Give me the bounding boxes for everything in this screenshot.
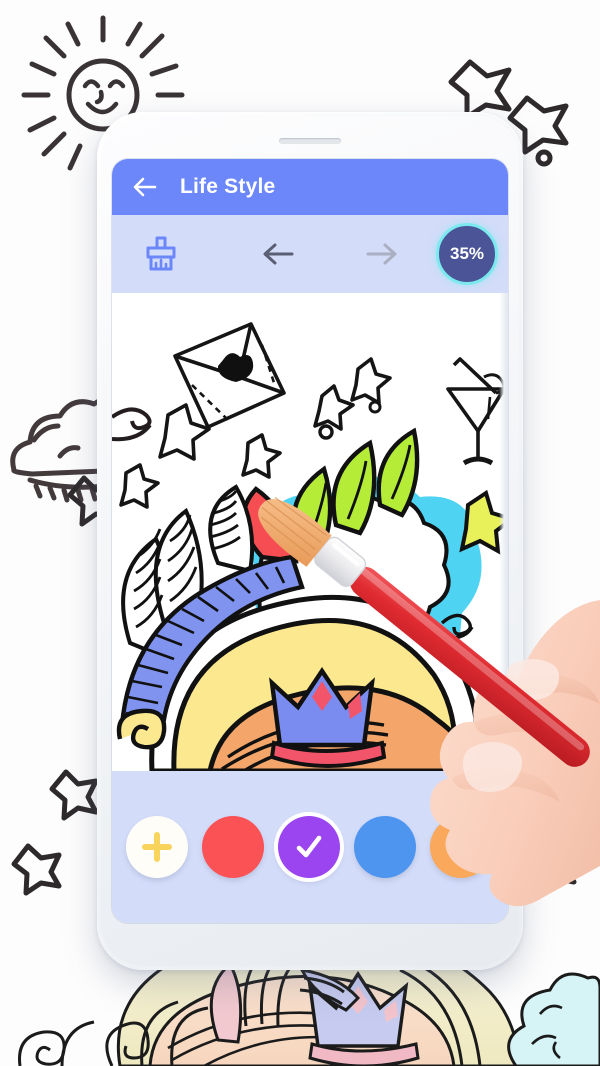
pastel-cloud-bottom-right [507, 972, 600, 1066]
star-doodle-left-3 [11, 843, 62, 896]
plus-icon [142, 832, 172, 862]
star-doodle-right [521, 837, 577, 892]
canvas-artwork [112, 293, 508, 771]
earpiece-speaker-icon [279, 138, 341, 144]
color-swatch-steel-blue[interactable] [506, 816, 508, 878]
coloring-canvas[interactable] [112, 293, 508, 771]
arrow-left-icon [263, 243, 294, 265]
sun-face [82, 79, 126, 115]
back-arrow-icon[interactable] [130, 172, 160, 202]
page-title: Life Style [180, 175, 276, 198]
arrow-right-icon [366, 243, 397, 265]
star-doodle-left-2 [49, 769, 99, 821]
color-palette [112, 771, 508, 923]
color-swatch-blue[interactable] [354, 816, 416, 878]
redo-button[interactable] [360, 232, 404, 276]
phone-device-frame: Life Style 35% [97, 112, 523, 970]
phone-screen: Life Style 35% [112, 159, 508, 923]
add-color-button[interactable] [126, 816, 188, 878]
progress-label: 35% [449, 244, 485, 263]
canvas-right-edge [499, 293, 508, 771]
check-icon [296, 835, 322, 858]
editor-toolbar: 35% [112, 215, 508, 293]
color-swatch-purple[interactable] [278, 816, 340, 878]
color-swatch-orange[interactable] [430, 816, 492, 878]
eraser-brush-icon [146, 236, 176, 271]
undo-button[interactable] [256, 232, 300, 276]
star-doodle-top-right-1 [448, 59, 512, 120]
screenshot-stage: Life Style 35% [0, 0, 600, 1066]
swirl-doodle-bottom-left [18, 1020, 95, 1066]
color-swatch-red[interactable] [202, 816, 264, 878]
eraser-button[interactable] [138, 231, 184, 277]
progress-badge[interactable]: 35% [436, 223, 498, 285]
app-header-bar: Life Style [112, 159, 508, 215]
